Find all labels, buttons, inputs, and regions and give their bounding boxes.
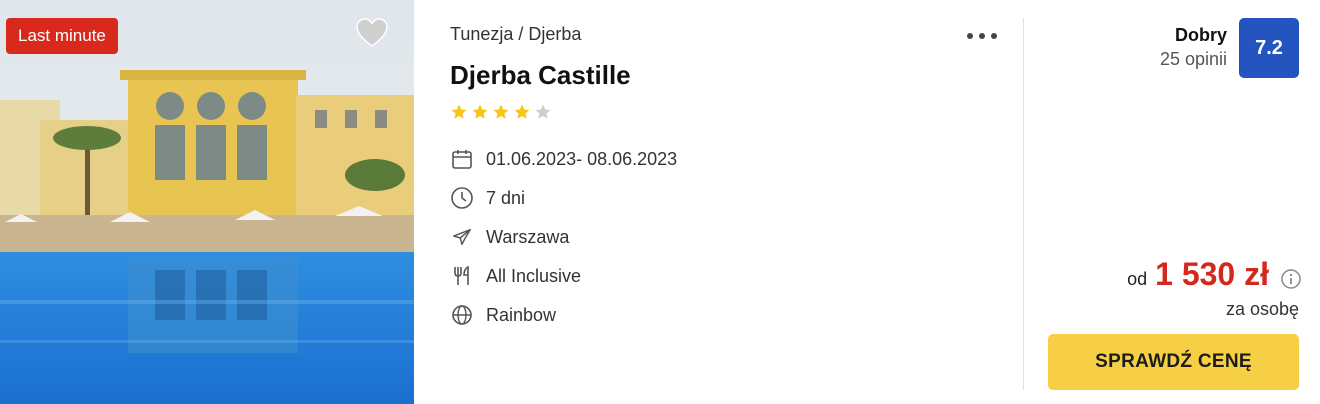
star-rating [450,103,552,125]
clock-icon [450,186,474,210]
fact-duration-text: 7 dni [486,187,526,208]
price-per-person: za osobę [1225,299,1299,319]
price-prefix: od [1127,269,1148,289]
hotel-title[interactable]: Djerba Castille [450,60,631,91]
star-filled-icon [450,103,468,125]
hotel-photo-image [0,0,414,404]
rating-label: Dobry [1174,25,1227,45]
check-price-button[interactable]: SPRAWDŹ CENĘ [1048,334,1299,390]
star-empty-icon [534,103,552,125]
favorite-button[interactable] [355,17,389,49]
plane-icon [450,225,474,249]
fact-departure: Warszawa [450,222,950,252]
fact-dates: 01.06.2023- 08.06.2023 [450,144,950,174]
cutlery-icon [450,264,474,288]
fact-operator: Rainbow [450,300,950,330]
fact-duration: 7 dni [450,183,950,213]
breadcrumb[interactable]: Tunezja / Djerba [450,24,581,45]
price-amount: 1 530 zł [1155,256,1269,292]
offer-info: Tunezja / Djerba Djerba Castille 01.06.2… [450,0,1010,404]
last-minute-badge: Last minute [6,18,118,54]
hotel-photo[interactable]: Last minute [0,0,414,404]
fact-departure-text: Warszawa [486,226,570,247]
heart-icon [356,18,388,47]
star-filled-icon [471,103,489,125]
fact-board-text: All Inclusive [486,265,582,286]
dot-icon [967,33,973,39]
rating-score-badge: 7.2 [1239,18,1299,78]
hotel-offer-card: Last minute Tunezja / Djerba Djerba Cast… [0,0,1320,404]
fact-dates-text: 01.06.2023- 08.06.2023 [486,148,678,169]
price-info-icon[interactable] [1280,268,1302,290]
star-filled-icon [492,103,510,125]
fact-operator-text: Rainbow [486,304,557,325]
more-options-button[interactable] [962,24,1002,48]
fact-board: All Inclusive [450,261,950,291]
review-count-link[interactable]: 25 opinii [1160,49,1227,70]
dot-icon [979,33,985,39]
calendar-icon [450,147,474,171]
divider [1023,18,1024,390]
globe-icon [450,303,474,327]
price-row: od 1 530 zł [1127,256,1269,293]
dot-icon [991,33,997,39]
star-filled-icon [513,103,531,125]
